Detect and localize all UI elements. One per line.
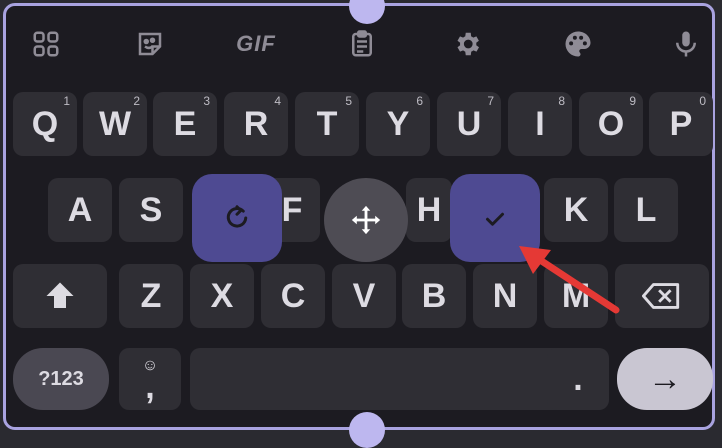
reset-size-button[interactable] xyxy=(192,174,282,262)
key-x[interactable]: X xyxy=(190,264,254,328)
key-t[interactable]: T 5 xyxy=(295,92,359,156)
backspace-icon xyxy=(642,283,680,309)
key-p[interactable]: P 0 xyxy=(649,92,713,156)
apps-grid-icon[interactable] xyxy=(22,20,70,68)
move-keyboard-button[interactable] xyxy=(324,178,408,262)
key-hint: 1 xyxy=(63,94,70,108)
resize-handle-bottom[interactable] xyxy=(349,412,385,448)
move-arrows-icon xyxy=(351,205,381,235)
key-hint: 7 xyxy=(487,94,494,108)
sticker-icon[interactable] xyxy=(126,20,174,68)
key-a[interactable]: A xyxy=(48,178,112,242)
key-u[interactable]: U 7 xyxy=(437,92,501,156)
key-y[interactable]: Y 6 xyxy=(366,92,430,156)
key-hint: 8 xyxy=(558,94,565,108)
key-hint: 5 xyxy=(345,94,352,108)
key-r[interactable]: R 4 xyxy=(224,92,288,156)
key-h[interactable]: H xyxy=(406,178,452,242)
key-v[interactable]: V xyxy=(332,264,396,328)
key-k[interactable]: K xyxy=(544,178,608,242)
key-l[interactable]: L xyxy=(614,178,678,242)
gif-button[interactable]: GIF xyxy=(232,20,280,68)
microphone-icon[interactable] xyxy=(662,20,710,68)
symbols-key[interactable]: ?123 xyxy=(13,348,109,410)
check-icon xyxy=(486,212,504,226)
theme-palette-icon[interactable] xyxy=(554,20,602,68)
key-i[interactable]: I 8 xyxy=(508,92,572,156)
key-hint: 3 xyxy=(203,94,210,108)
key-hint: 2 xyxy=(133,94,140,108)
key-hint: 0 xyxy=(699,94,706,108)
key-w[interactable]: W 2 xyxy=(83,92,147,156)
reset-icon xyxy=(226,205,248,228)
clipboard-icon[interactable] xyxy=(338,20,386,68)
keyboard-resize-frame: GIF Q 1 W 2 E 3 R 4 T 5 Y 6 U 7 I 8 O 9 … xyxy=(3,0,715,448)
comma-emoji-key[interactable]: ☺ , xyxy=(119,348,181,410)
gif-label: GIF xyxy=(236,31,276,56)
enter-key[interactable]: → xyxy=(617,348,713,410)
key-q[interactable]: Q 1 xyxy=(13,92,77,156)
enter-arrow-icon: → xyxy=(648,359,682,398)
key-o[interactable]: O 9 xyxy=(579,92,643,156)
shift-key[interactable] xyxy=(13,264,107,328)
key-z[interactable]: Z xyxy=(119,264,183,328)
key-hint: 4 xyxy=(274,94,281,108)
space-bar[interactable] xyxy=(190,348,608,410)
shift-arrow-icon xyxy=(46,282,74,308)
settings-gear-icon[interactable] xyxy=(443,20,491,68)
key-c[interactable]: C xyxy=(261,264,325,328)
key-hint: 9 xyxy=(629,94,636,108)
period-key[interactable]: . xyxy=(547,348,609,410)
key-s[interactable]: S xyxy=(119,178,183,242)
key-hint: 6 xyxy=(416,94,423,108)
annotation-arrow-icon xyxy=(519,246,620,314)
key-e[interactable]: E 3 xyxy=(153,92,217,156)
key-b[interactable]: B xyxy=(402,264,466,328)
